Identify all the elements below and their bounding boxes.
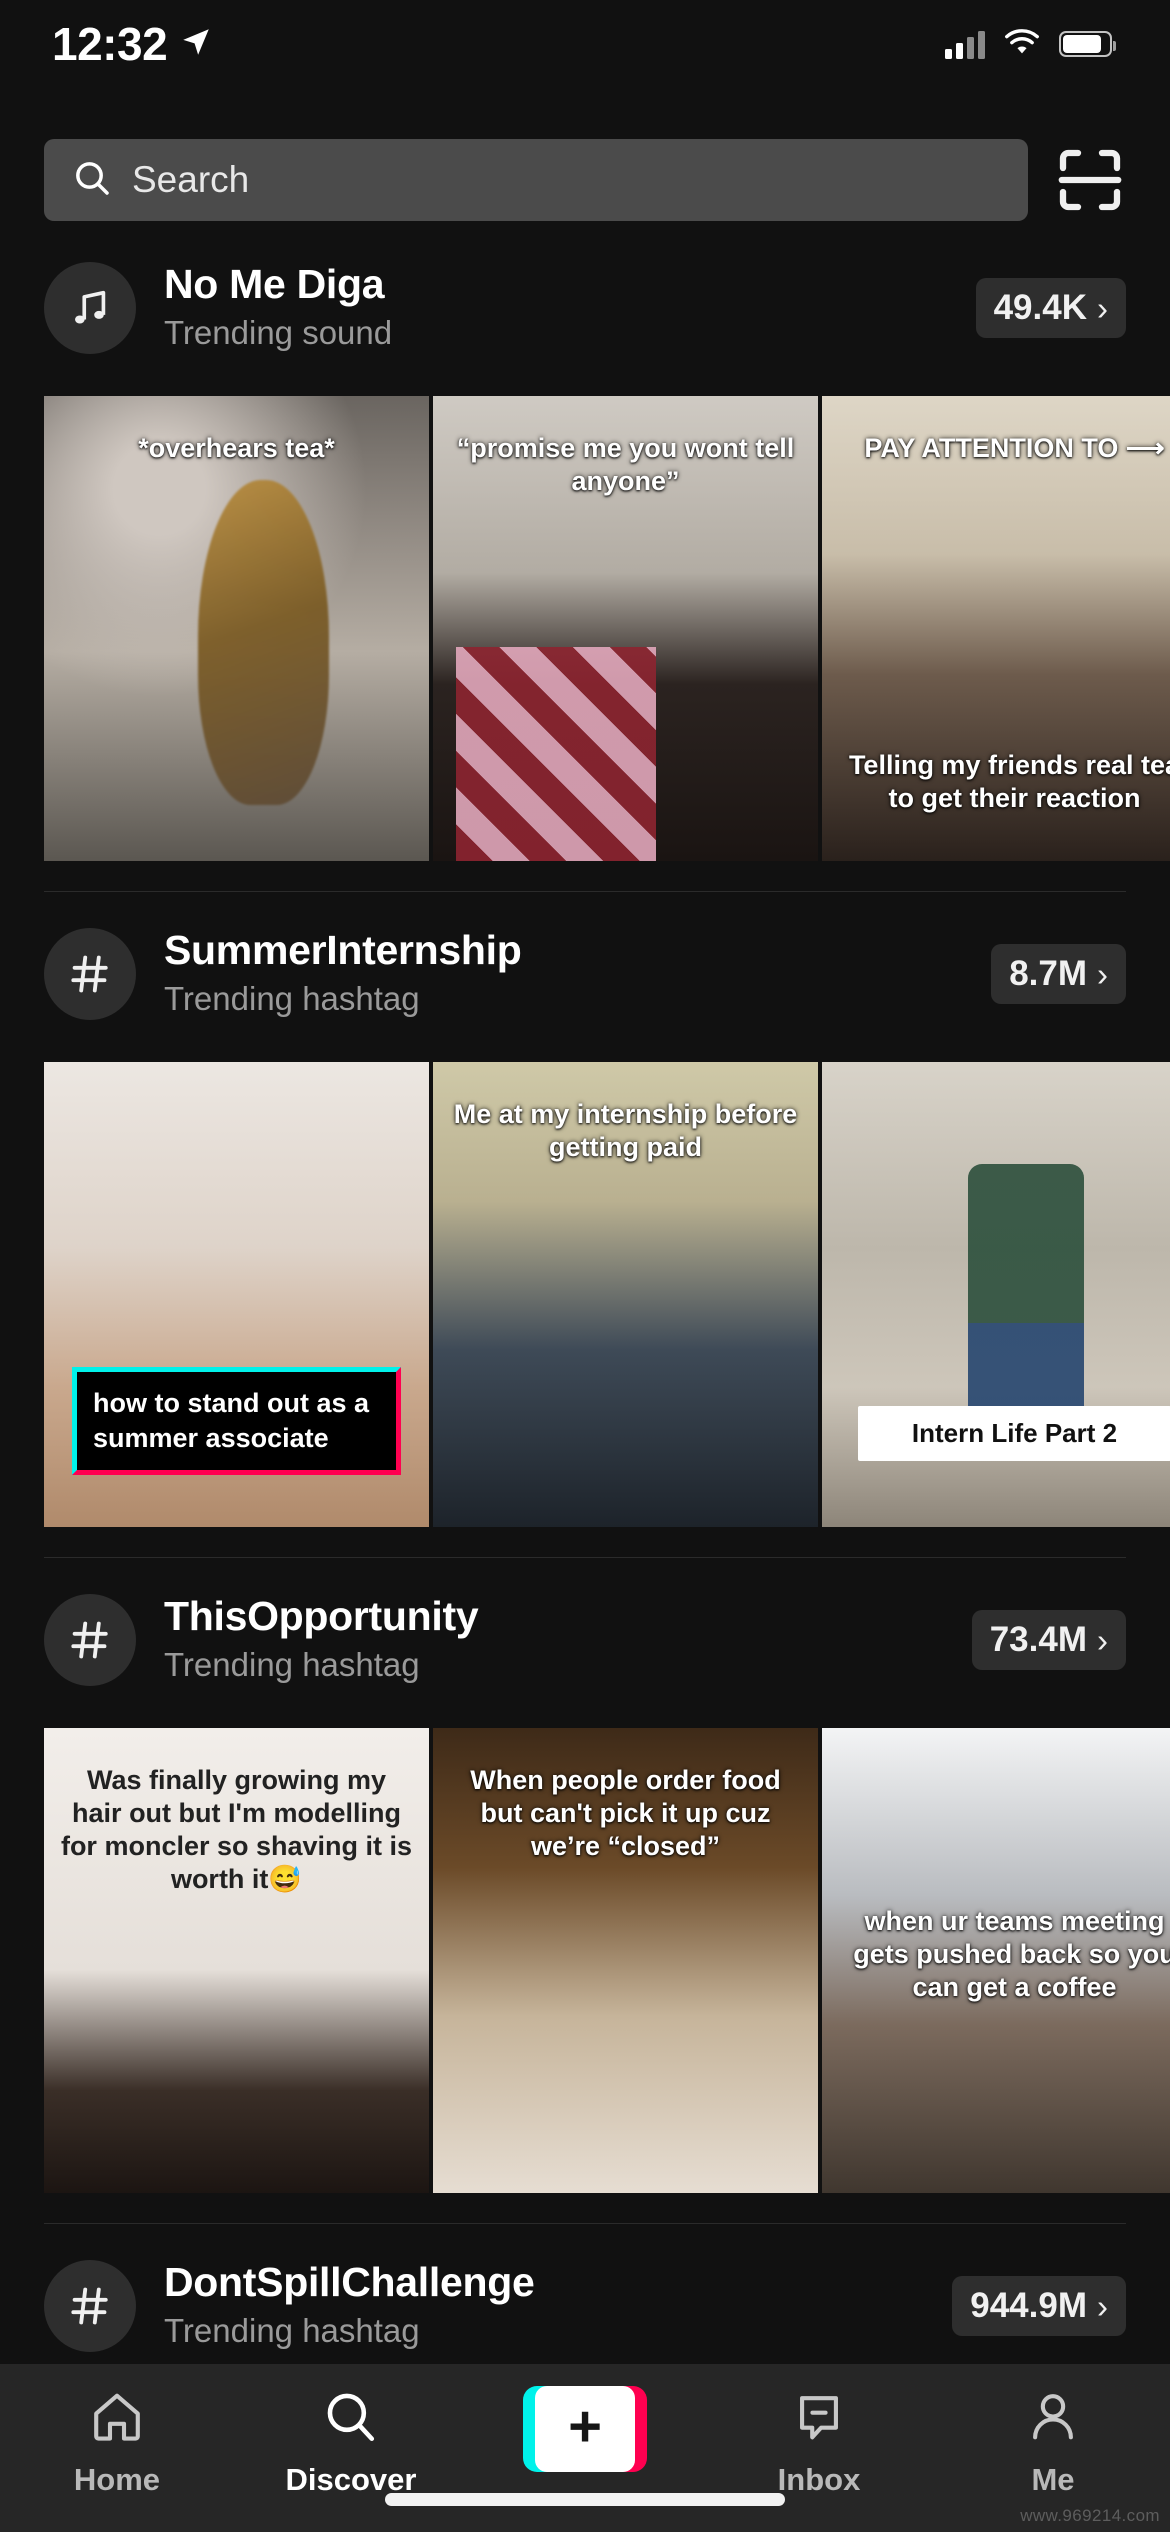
wifi-icon	[1003, 27, 1041, 62]
trend-section: SummerInternship Trending hashtag 8.7M ›…	[0, 916, 1170, 1558]
chevron-right-icon: ›	[1097, 955, 1108, 993]
search-input[interactable]: Search	[44, 139, 1028, 221]
chevron-right-icon: ›	[1097, 1621, 1108, 1659]
tab-label: Home	[73, 2462, 161, 2497]
video-thumbnail-row[interactable]: Was finally growing my hair out but I'm …	[0, 1728, 1170, 2193]
trend-count-badge[interactable]: 49.4K ›	[975, 278, 1126, 338]
create-plus-icon[interactable]: +	[523, 2386, 647, 2472]
discover-list[interactable]: No Me Diga Trending sound 49.4K › *overh…	[0, 226, 1170, 2532]
trend-header-row[interactable]: SummerInternship Trending hashtag 8.7M ›	[0, 916, 1170, 1032]
video-thumbnail-row[interactable]: how to stand out as a summer associate M…	[0, 1062, 1170, 1527]
video-thumbnail[interactable]: when ur teams meeting gets pushed back s…	[822, 1728, 1170, 2193]
section-divider	[44, 1557, 1126, 1558]
home-icon	[88, 2386, 146, 2448]
thumbnail-caption: how to stand out as a summer associate	[72, 1366, 401, 1475]
tiktok-discover-screen: 12:32 Search No Me Diga Trending sound 4…	[0, 0, 1170, 2532]
trend-count-value: 49.4K	[993, 288, 1087, 327]
trend-title: SummerInternship	[164, 927, 522, 974]
inbox-message-icon	[790, 2386, 848, 2448]
thumbnail-caption: when ur teams meeting gets pushed back s…	[853, 1905, 1170, 2002]
battery-icon	[1059, 31, 1116, 57]
trend-count-value: 73.4M	[989, 1620, 1087, 1659]
trend-count-badge[interactable]: 8.7M ›	[991, 944, 1126, 1004]
music-note-icon	[44, 262, 136, 354]
trend-header-row[interactable]: DontSpillChallenge Trending hashtag 944.…	[0, 2248, 1170, 2364]
thumbnail-caption: Telling my friends real tea to get their…	[848, 750, 1170, 814]
trend-text: DontSpillChallenge Trending hashtag	[164, 2260, 952, 2351]
thumbnail-caption: When people order food but can't pick it…	[470, 1765, 781, 1861]
search-placeholder: Search	[132, 159, 250, 200]
video-thumbnail[interactable]: Intern Life Part 2	[822, 1062, 1170, 1527]
tab-create[interactable]: +	[468, 2386, 702, 2472]
hashtag-icon	[44, 1594, 136, 1686]
trend-subtitle: Trending sound	[164, 314, 393, 352]
trend-subtitle: Trending hashtag	[164, 980, 420, 1018]
video-thumbnail[interactable]: When people order food but can't pick it…	[433, 1728, 818, 2193]
video-thumbnail[interactable]: PAY ATTENTION TO ⟶ Telling my friends re…	[822, 396, 1170, 861]
video-thumbnail[interactable]: *overhears tea*	[44, 396, 429, 861]
hashtag-icon	[44, 928, 136, 1020]
trend-subtitle: Trending hashtag	[164, 1646, 420, 1684]
tab-inbox[interactable]: Inbox	[702, 2386, 936, 2498]
thumbnail-caption: Was finally growing my hair out but I'm …	[60, 1765, 413, 1894]
hashtag-icon	[44, 2260, 136, 2352]
trend-section: No Me Diga Trending sound 49.4K › *overh…	[0, 250, 1170, 892]
person-icon	[1024, 2386, 1082, 2448]
tab-label: Me	[1031, 2462, 1075, 2497]
create-plus-glyph: +	[568, 2394, 602, 2459]
thumbnail-caption-top: PAY ATTENTION TO ⟶	[864, 433, 1165, 463]
trend-section: DontSpillChallenge Trending hashtag 944.…	[0, 2248, 1170, 2364]
trend-title: ThisOpportunity	[164, 1593, 479, 1640]
section-divider	[44, 891, 1126, 892]
trend-count-value: 944.9M	[970, 2286, 1087, 2325]
trend-header-row[interactable]: No Me Diga Trending sound 49.4K ›	[0, 250, 1170, 366]
scan-code-icon[interactable]	[1054, 144, 1126, 216]
cellular-signal-icon	[945, 29, 985, 59]
video-thumbnail[interactable]: “promise me you wont tell anyone”	[433, 396, 818, 861]
thumbnail-caption: Me at my internship before getting paid	[453, 1099, 798, 1162]
thumbnail-image	[44, 396, 429, 861]
thumbnail-caption: *overhears tea*	[138, 433, 335, 463]
trend-header-row[interactable]: ThisOpportunity Trending hashtag 73.4M ›	[0, 1582, 1170, 1698]
tab-home[interactable]: Home	[0, 2386, 234, 2498]
trend-text: No Me Diga Trending sound	[164, 262, 976, 353]
tab-me[interactable]: Me	[936, 2386, 1170, 2498]
video-thumbnail[interactable]: Was finally growing my hair out but I'm …	[44, 1728, 429, 2193]
chevron-right-icon: ›	[1097, 289, 1108, 327]
search-header: Search	[0, 134, 1170, 226]
trend-section: ThisOpportunity Trending hashtag 73.4M ›…	[0, 1582, 1170, 2224]
trend-text: ThisOpportunity Trending hashtag	[164, 1594, 972, 1685]
status-bar-clock: 12:32	[52, 18, 168, 70]
chevron-right-icon: ›	[1097, 2287, 1108, 2325]
tab-discover[interactable]: Discover	[234, 2386, 468, 2498]
video-thumbnail-row[interactable]: *overhears tea* “promise me you wont tel…	[0, 396, 1170, 861]
trend-count-badge[interactable]: 944.9M ›	[952, 2276, 1126, 2336]
trend-text: SummerInternship Trending hashtag	[164, 928, 991, 1019]
video-thumbnail[interactable]: how to stand out as a summer associate	[44, 1062, 429, 1527]
thumbnail-caption: “promise me you wont tell anyone”	[456, 433, 795, 496]
search-icon	[72, 158, 112, 203]
location-arrow-icon	[179, 25, 213, 64]
trend-title: DontSpillChallenge	[164, 2259, 535, 2306]
trend-subtitle: Trending hashtag	[164, 2312, 420, 2350]
video-thumbnail[interactable]: Me at my internship before getting paid	[433, 1062, 818, 1527]
thumbnail-caption: Intern Life Part 2	[858, 1406, 1170, 1461]
trend-count-badge[interactable]: 73.4M ›	[971, 1610, 1126, 1670]
trend-count-value: 8.7M	[1009, 954, 1087, 993]
bottom-tab-bar: Home Discover + Inbox Me www.969214.com	[0, 2364, 1170, 2532]
search-icon	[322, 2386, 380, 2448]
tab-label: Inbox	[777, 2462, 861, 2497]
status-bar-right	[945, 27, 1116, 62]
trend-title: No Me Diga	[164, 261, 385, 308]
status-bar: 12:32	[0, 0, 1170, 88]
section-divider	[44, 2223, 1126, 2224]
home-indicator	[385, 2493, 785, 2506]
status-bar-left: 12:32	[52, 17, 213, 71]
watermark-text: www.969214.com	[1020, 2506, 1160, 2525]
